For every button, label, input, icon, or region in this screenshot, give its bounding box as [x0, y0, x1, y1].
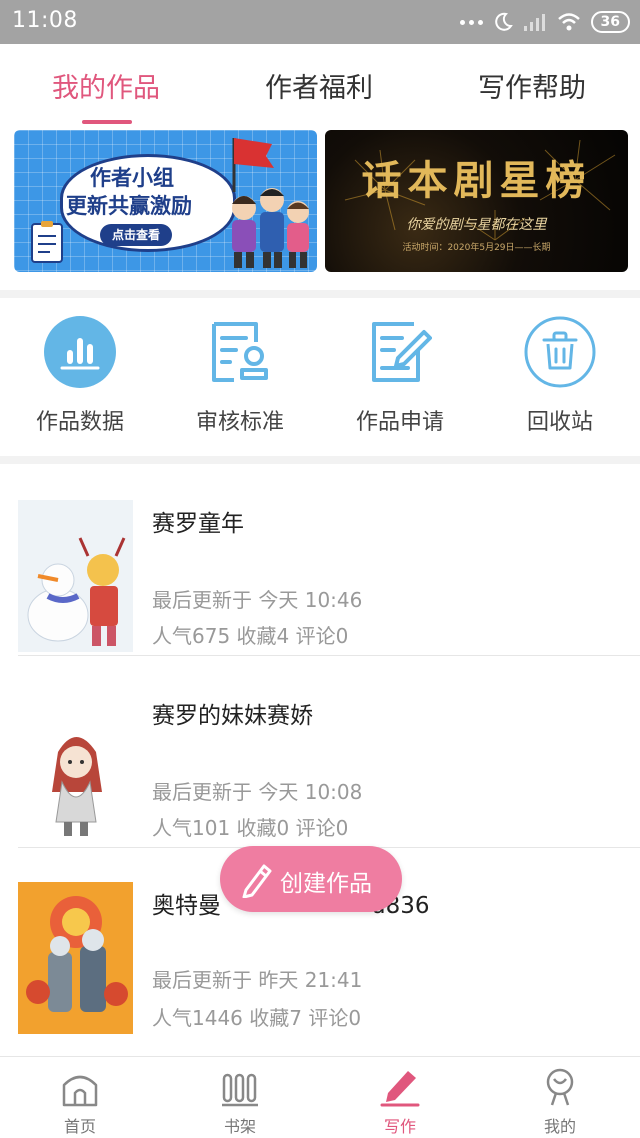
nav-home-label: 首页	[63, 1117, 96, 1136]
work-stats: 人气675 收藏4 评论0	[152, 624, 349, 648]
feature-label: 审核标准	[195, 410, 284, 435]
feature-works-application[interactable]: 作品申请	[330, 316, 470, 436]
moon-icon	[494, 12, 513, 31]
banner-carousel: 作者小组 更新共赢激励 点击查看 话本剧星榜 你爱的剧与星都在这里 活动时间：2…	[0, 128, 640, 290]
nav-write[interactable]: 写作	[360, 1065, 440, 1137]
bookshelf-icon	[222, 1073, 258, 1107]
cartoon-group-illustration	[232, 188, 309, 268]
tab-writing-help[interactable]: 写作帮助	[478, 66, 586, 105]
work-stats: 人气1446 收藏7 评论0	[152, 1006, 362, 1030]
nav-home[interactable]: 首页	[40, 1065, 120, 1137]
work-cover-image	[18, 500, 133, 652]
banner-ranking-title: 话本剧星榜	[361, 157, 592, 204]
works-list: 赛罗童年 最后更新于 今天 10:46 人气675 收藏4 评论0 赛罗的妹妹赛…	[0, 464, 640, 1056]
nav-write-label: 写作	[383, 1117, 416, 1136]
work-item[interactable]: 赛罗的妹妹赛娇 最后更新于 今天 10:08 人气101 收藏0 评论0	[0, 672, 640, 864]
banner-view-button[interactable]: 点击查看	[100, 224, 172, 246]
review-icon	[212, 322, 268, 382]
feature-label: 回收站	[526, 410, 593, 435]
signal-icon	[523, 14, 545, 31]
pen-icon	[380, 1071, 420, 1107]
status-time: 11:08	[12, 8, 78, 33]
active-tab-indicator	[82, 120, 132, 124]
wifi-icon	[557, 13, 580, 31]
trash-icon	[524, 316, 596, 388]
feature-works-data[interactable]: 作品数据	[10, 316, 150, 436]
feature-review-standards[interactable]: 审核标准	[170, 316, 310, 436]
nav-profile-label: 我的	[543, 1117, 576, 1136]
nav-bookshelf-label: 书架	[223, 1117, 256, 1136]
chart-icon	[44, 316, 116, 388]
work-title: 赛罗童年	[152, 511, 244, 537]
home-icon	[62, 1075, 98, 1107]
status-bar: 11:08 36	[0, 0, 640, 44]
battery-indicator: 36	[590, 11, 630, 33]
tab-my-works[interactable]: 我的作品	[52, 66, 160, 105]
banner-line1: 作者小组	[90, 166, 174, 190]
top-tabs: 我的作品 作者福利 写作帮助	[0, 44, 640, 128]
divider	[18, 655, 640, 656]
drama-star-ranking-banner[interactable]: 话本剧星榜 你爱的剧与星都在这里 活动时间：2020年5月29日——长期	[325, 130, 628, 272]
tab-author-benefits[interactable]: 作者福利	[265, 66, 373, 105]
feature-shortcuts: 作品数据 审核标准 作品申请 回收站	[0, 298, 640, 456]
nav-bookshelf[interactable]: 书架	[200, 1065, 280, 1137]
work-updated-time: 最后更新于 昨天 21:41	[152, 968, 363, 992]
feature-label: 作品申请	[355, 410, 444, 435]
banner-line2: 更新共赢激励	[66, 194, 192, 218]
clipboard-icon	[31, 221, 63, 263]
edit-document-icon	[372, 322, 432, 382]
section-divider	[0, 290, 640, 298]
create-work-label: 创建作品	[280, 871, 372, 897]
status-icons: 36	[459, 9, 630, 35]
bottom-navigation: 首页 书架 写作 我的	[0, 1056, 640, 1138]
work-updated-time: 最后更新于 今天 10:08	[152, 780, 363, 804]
work-item[interactable]: 赛罗童年 最后更新于 今天 10:46 人气675 收藏4 评论0	[0, 464, 640, 656]
section-divider	[0, 456, 640, 464]
feature-label: 作品数据	[35, 410, 124, 435]
author-group-banner[interactable]: 作者小组 更新共赢激励 点击查看	[14, 130, 317, 272]
work-title: 赛罗的妹妹赛娇	[152, 703, 313, 729]
more-dots-icon	[459, 19, 483, 25]
work-cover-image	[18, 882, 133, 1034]
banner-ranking-note: 活动时间：2020年5月29日——长期	[402, 243, 551, 253]
feature-recycle-bin[interactable]: 回收站	[490, 316, 630, 436]
work-stats: 人气101 收藏0 评论0	[152, 816, 349, 840]
banner-ranking-subtitle: 你爱的剧与星都在这里	[406, 217, 547, 233]
nav-profile[interactable]: 我的	[520, 1065, 600, 1137]
work-updated-time: 最后更新于 今天 10:46	[152, 588, 363, 612]
work-cover-image	[18, 692, 133, 844]
pencil-icon	[242, 864, 272, 898]
create-work-button[interactable]: 创建作品	[220, 846, 402, 912]
profile-icon	[546, 1068, 574, 1106]
